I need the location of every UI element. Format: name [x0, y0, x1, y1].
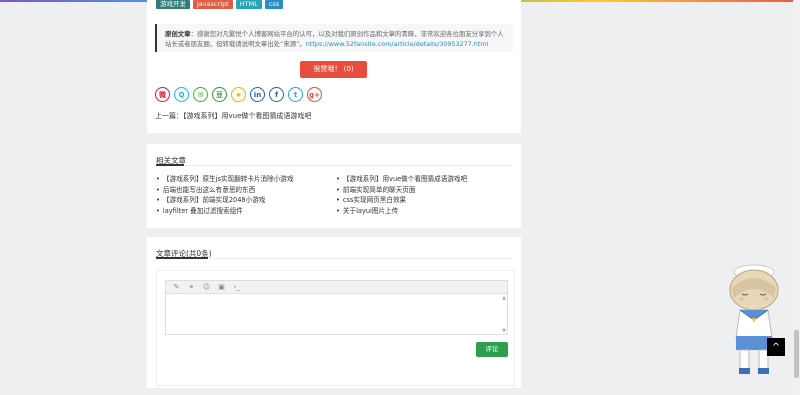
article-footer-card: 游戏开发 javascript HTML css 原创文章：感谢您对凡繁悦个人博…: [147, 0, 521, 133]
pencil-icon[interactable]: ✎: [172, 283, 181, 291]
tag-game-dev[interactable]: 游戏开发: [156, 0, 190, 9]
facebook-icon[interactable]: f: [269, 87, 284, 102]
related-item[interactable]: 【游戏系列】用vue做个看图猜成语游戏吧: [336, 174, 516, 185]
linkedin-icon[interactable]: in: [250, 87, 265, 102]
tag-list: 游戏开发 javascript HTML css: [156, 0, 284, 9]
twitter-icon[interactable]: t: [288, 87, 303, 102]
comments-card: 文章评论(共0条) ✎ ⚭ ☺ ▣ ›_ ▲ ▼ 评论: [147, 237, 521, 388]
share-bar: 微 Q ✉ 豆 ★ in f t g+: [155, 87, 322, 102]
related-column-left: 【游戏系列】原生js实现翻转卡片消除小游戏 后端也能写出这么有意思的东西 【游戏…: [156, 174, 336, 216]
mascot-character-image[interactable]: [720, 258, 788, 378]
google-plus-icon[interactable]: g+: [307, 87, 322, 102]
scroll-down-arrow-icon[interactable]: ▼: [502, 328, 506, 334]
tag-javascript[interactable]: javascript: [193, 0, 233, 9]
related-item[interactable]: 关于layui图片上传: [336, 206, 516, 217]
divider: [156, 165, 512, 166]
notice-url-link[interactable]: https://www.52fansite.com/article/detail…: [306, 40, 489, 48]
title-underline-mark: [156, 164, 184, 166]
related-item[interactable]: layfilter 叠加过滤搜索组件: [156, 206, 336, 217]
link-icon[interactable]: ⚭: [187, 283, 196, 291]
related-column-right: 【游戏系列】用vue做个看图猜成语游戏吧 前端实现简单的聊天页面 css实现网页…: [336, 174, 516, 216]
divider: [156, 258, 512, 259]
copyright-notice: 原创文章：感谢您对凡繁悦个人博客网站平台的认可，以及对我们原创作品和文章的青睐，…: [155, 24, 513, 52]
editor-toolbar: ✎ ⚭ ☺ ▣ ›_: [166, 281, 507, 294]
chevron-up-icon: ^: [771, 341, 781, 353]
emoji-icon[interactable]: ☺: [202, 283, 211, 291]
page-scrollbar[interactable]: [793, 0, 800, 395]
related-articles-card: 相关文章 【游戏系列】原生js实现翻转卡片消除小游戏 后端也能写出这么有意思的东…: [147, 144, 521, 228]
prev-article-link[interactable]: 上一篇：【游戏系列】用vue做个看图猜成语游戏吧: [155, 111, 311, 121]
related-item[interactable]: 【游戏系列】前端实现2048小游戏: [156, 195, 336, 206]
notice-label: 原创文章: [165, 30, 191, 38]
related-item[interactable]: 后端也能写出这么有意思的东西: [156, 185, 336, 196]
back-to-top-button[interactable]: ^: [767, 338, 785, 356]
related-item[interactable]: css实现网页黑白效果: [336, 195, 516, 206]
wechat-icon[interactable]: ✉: [193, 87, 208, 102]
code-icon[interactable]: ›_: [232, 283, 241, 291]
tag-html[interactable]: HTML: [235, 0, 262, 9]
scroll-up-arrow-icon[interactable]: ▲: [502, 295, 506, 301]
submit-comment-button[interactable]: 评论: [476, 342, 508, 357]
scrollbar-thumb[interactable]: [794, 330, 799, 378]
comment-form: ✎ ⚭ ☺ ▣ ›_ ▲ ▼ 评论: [156, 270, 515, 386]
comment-editor[interactable]: ✎ ⚭ ☺ ▣ ›_ ▲ ▼: [165, 280, 508, 335]
qzone-icon[interactable]: ★: [231, 87, 246, 102]
related-item[interactable]: 前端实现简单的聊天页面: [336, 185, 516, 196]
image-icon[interactable]: ▣: [217, 283, 226, 291]
qq-icon[interactable]: Q: [174, 87, 189, 102]
like-button[interactable]: 很赞哦！ (0): [300, 61, 367, 78]
title-underline-mark: [156, 257, 208, 259]
douban-icon[interactable]: 豆: [212, 87, 227, 102]
tag-css[interactable]: css: [264, 0, 284, 9]
related-item[interactable]: 【游戏系列】原生js实现翻转卡片消除小游戏: [156, 174, 336, 185]
weibo-icon[interactable]: 微: [155, 87, 170, 102]
